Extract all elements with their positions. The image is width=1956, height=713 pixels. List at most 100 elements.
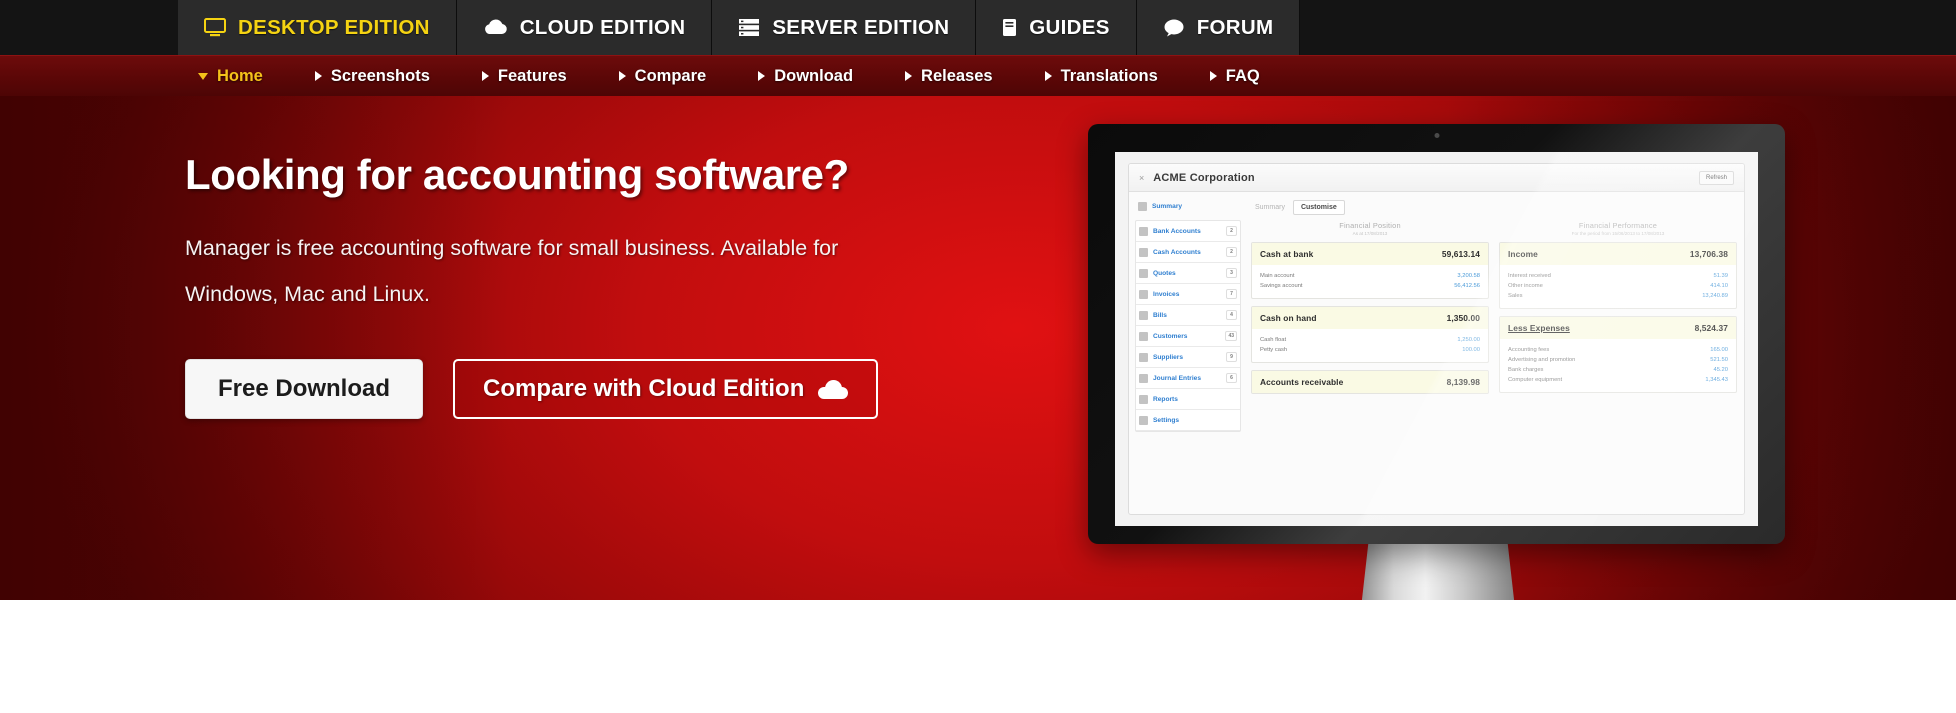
row-amount: 1,345.43 xyxy=(1705,377,1728,383)
edition-tab-label: GUIDES xyxy=(1029,15,1110,39)
customise-button[interactable]: Customise xyxy=(1292,200,1345,215)
row-amount: 13,240.89 xyxy=(1702,293,1728,299)
table-row: Bank charges 45.20 xyxy=(1508,365,1728,375)
sidebar-item-label: Journal Entries xyxy=(1153,374,1202,382)
cloud-icon xyxy=(483,19,508,36)
sidebar-item-invoices[interactable]: Invoices 7 xyxy=(1136,284,1240,305)
app-sidebar: Summary Bank Accounts 2 Cash Accounts 2 … xyxy=(1129,192,1247,514)
table-row: Computer equipment 1,345.43 xyxy=(1508,375,1728,385)
edition-tab-guides[interactable]: GUIDES xyxy=(976,0,1137,55)
row-label: Petty cash xyxy=(1260,347,1288,353)
nav-item-label: Compare xyxy=(634,66,707,85)
compare-cloud-label: Compare with Cloud Edition xyxy=(483,375,805,402)
reports-icon xyxy=(1139,394,1148,404)
nav-item-translations[interactable]: Translations xyxy=(1044,67,1186,86)
sidebar-item-summary[interactable]: Summary xyxy=(1135,196,1241,217)
card-title: Income xyxy=(1508,249,1538,259)
row-amount: 100.00 xyxy=(1462,347,1480,353)
edition-tab-forum[interactable]: FORUM xyxy=(1136,0,1301,55)
triangle-right-icon xyxy=(758,71,766,81)
desktop-monitor-icon xyxy=(204,18,226,37)
row-amount: 3,200.58 xyxy=(1457,273,1480,279)
sidebar-item-label: Bank Accounts xyxy=(1153,227,1201,235)
triangle-right-icon xyxy=(314,71,322,81)
app-window: × ACME Corporation Refresh Summary Bank … xyxy=(1128,163,1745,515)
cloud-icon xyxy=(818,379,849,399)
sidebar-item-settings[interactable]: Settings xyxy=(1136,410,1240,431)
triangle-right-icon xyxy=(1044,71,1052,81)
row-label: Savings account xyxy=(1260,283,1303,289)
invoice-icon xyxy=(1139,289,1148,299)
panel-title: Financial Position xyxy=(1339,221,1401,230)
row-label: Interest received xyxy=(1508,273,1551,279)
edition-tab-server[interactable]: SERVER EDITION xyxy=(712,0,977,55)
card-header: Cash on hand 1,350.00 xyxy=(1252,307,1488,329)
edition-bar-right-filler xyxy=(1300,0,1956,55)
sidebar-item-quotes[interactable]: Quotes 3 xyxy=(1136,263,1240,284)
nav-item-download[interactable]: Download xyxy=(758,67,881,86)
sidebar-item-bank-accounts[interactable]: Bank Accounts 2 xyxy=(1136,221,1240,242)
card-header: Income 13,706.38 xyxy=(1500,243,1736,265)
card-header: Cash at bank 59,613.14 xyxy=(1252,243,1488,265)
card-rows: Cash float 1,250.00 Petty cash 100.00 xyxy=(1252,329,1488,362)
sidebar-item-bills[interactable]: Bills 4 xyxy=(1136,305,1240,326)
panel-subtitle: For the period from 15/06/2013 to 17/08/… xyxy=(1571,231,1665,236)
sidebar-item-badge: 43 xyxy=(1225,331,1237,341)
financial-position-panel: Financial Position As at 17/08/2013 Cash… xyxy=(1251,221,1489,401)
sidebar-item-label: Reports xyxy=(1153,395,1178,403)
nav-item-label: Screenshots xyxy=(330,66,430,85)
sidebar-group-accounts: Bank Accounts 2 Cash Accounts 2 Quotes 3… xyxy=(1135,220,1241,432)
card-cash-at-bank: Cash at bank 59,613.14 Main account 3,20… xyxy=(1251,242,1489,299)
bank-icon xyxy=(1139,226,1148,236)
card-cash-on-hand: Cash on hand 1,350.00 Cash float 1,250.0… xyxy=(1251,306,1489,363)
primary-nav-bar: Home Screenshots Features Compare Downlo… xyxy=(0,55,1956,96)
sidebar-item-cash-accounts[interactable]: Cash Accounts 2 xyxy=(1136,242,1240,263)
sidebar-item-suppliers[interactable]: Suppliers 9 xyxy=(1136,347,1240,368)
edition-tab-cloud[interactable]: CLOUD EDITION xyxy=(456,0,713,55)
sidebar-item-label: Suppliers xyxy=(1153,353,1184,361)
row-label: Computer equipment xyxy=(1508,377,1563,383)
card-header: Less Expenses 8,524.37 xyxy=(1500,317,1736,339)
app-panels: Financial Position As at 17/08/2013 Cash… xyxy=(1251,221,1737,401)
table-row: Interest received 51.39 xyxy=(1508,271,1728,281)
edition-tab-desktop[interactable]: DESKTOP EDITION xyxy=(178,0,457,55)
free-download-label: Free Download xyxy=(218,375,391,402)
sidebar-item-customers[interactable]: Customers 43 xyxy=(1136,326,1240,347)
card-rows: Main account 3,200.58 Savings account 56… xyxy=(1252,265,1488,298)
nav-item-label: Features xyxy=(497,66,567,85)
row-amount: 51.39 xyxy=(1713,273,1728,279)
tab-summary[interactable]: Summary xyxy=(1255,204,1285,211)
nav-item-faq[interactable]: FAQ xyxy=(1209,67,1288,86)
nav-item-features[interactable]: Features xyxy=(481,66,595,86)
sidebar-item-badge: 7 xyxy=(1226,289,1237,299)
sidebar-item-label: Settings xyxy=(1153,416,1180,424)
edition-bar: DESKTOP EDITION CLOUD EDITION SERVER EDI… xyxy=(0,0,1956,55)
nav-item-releases[interactable]: Releases xyxy=(905,67,1021,86)
chevron-down-icon xyxy=(198,72,208,80)
table-row: Other income 414.10 xyxy=(1508,281,1728,291)
app-titlebar: × ACME Corporation Refresh xyxy=(1129,164,1744,192)
row-label: Advertising and promotion xyxy=(1508,357,1576,363)
sidebar-item-badge: 3 xyxy=(1226,268,1237,278)
row-label: Cash float xyxy=(1260,337,1287,343)
close-icon[interactable]: × xyxy=(1139,173,1144,183)
nav-item-screenshots[interactable]: Screenshots xyxy=(314,66,458,86)
server-rack-icon xyxy=(738,18,760,37)
sidebar-item-journal-entries[interactable]: Journal Entries 6 xyxy=(1136,368,1240,389)
primary-nav-list: Home Screenshots Features Compare Downlo… xyxy=(198,67,1312,86)
compare-cloud-button[interactable]: Compare with Cloud Edition xyxy=(453,359,879,419)
free-download-button[interactable]: Free Download xyxy=(185,359,424,419)
card-total: 8,524.37 xyxy=(1694,323,1728,333)
refresh-button[interactable]: Refresh xyxy=(1698,170,1734,185)
nav-item-compare[interactable]: Compare xyxy=(618,66,735,86)
app-company-name: ACME Corporation xyxy=(1153,171,1255,184)
suppliers-icon xyxy=(1139,352,1148,362)
quote-icon xyxy=(1139,268,1148,278)
row-label: Other income xyxy=(1508,283,1543,289)
card-title: Cash at bank xyxy=(1260,249,1314,259)
hero-subtitle: Manager is free accounting software for … xyxy=(185,236,839,306)
card-rows: Interest received 51.39 Other income 414… xyxy=(1500,265,1736,308)
nav-item-home[interactable]: Home xyxy=(198,67,291,86)
panel-subtitle: As at 17/08/2013 xyxy=(1352,231,1388,236)
sidebar-item-reports[interactable]: Reports xyxy=(1136,389,1240,410)
